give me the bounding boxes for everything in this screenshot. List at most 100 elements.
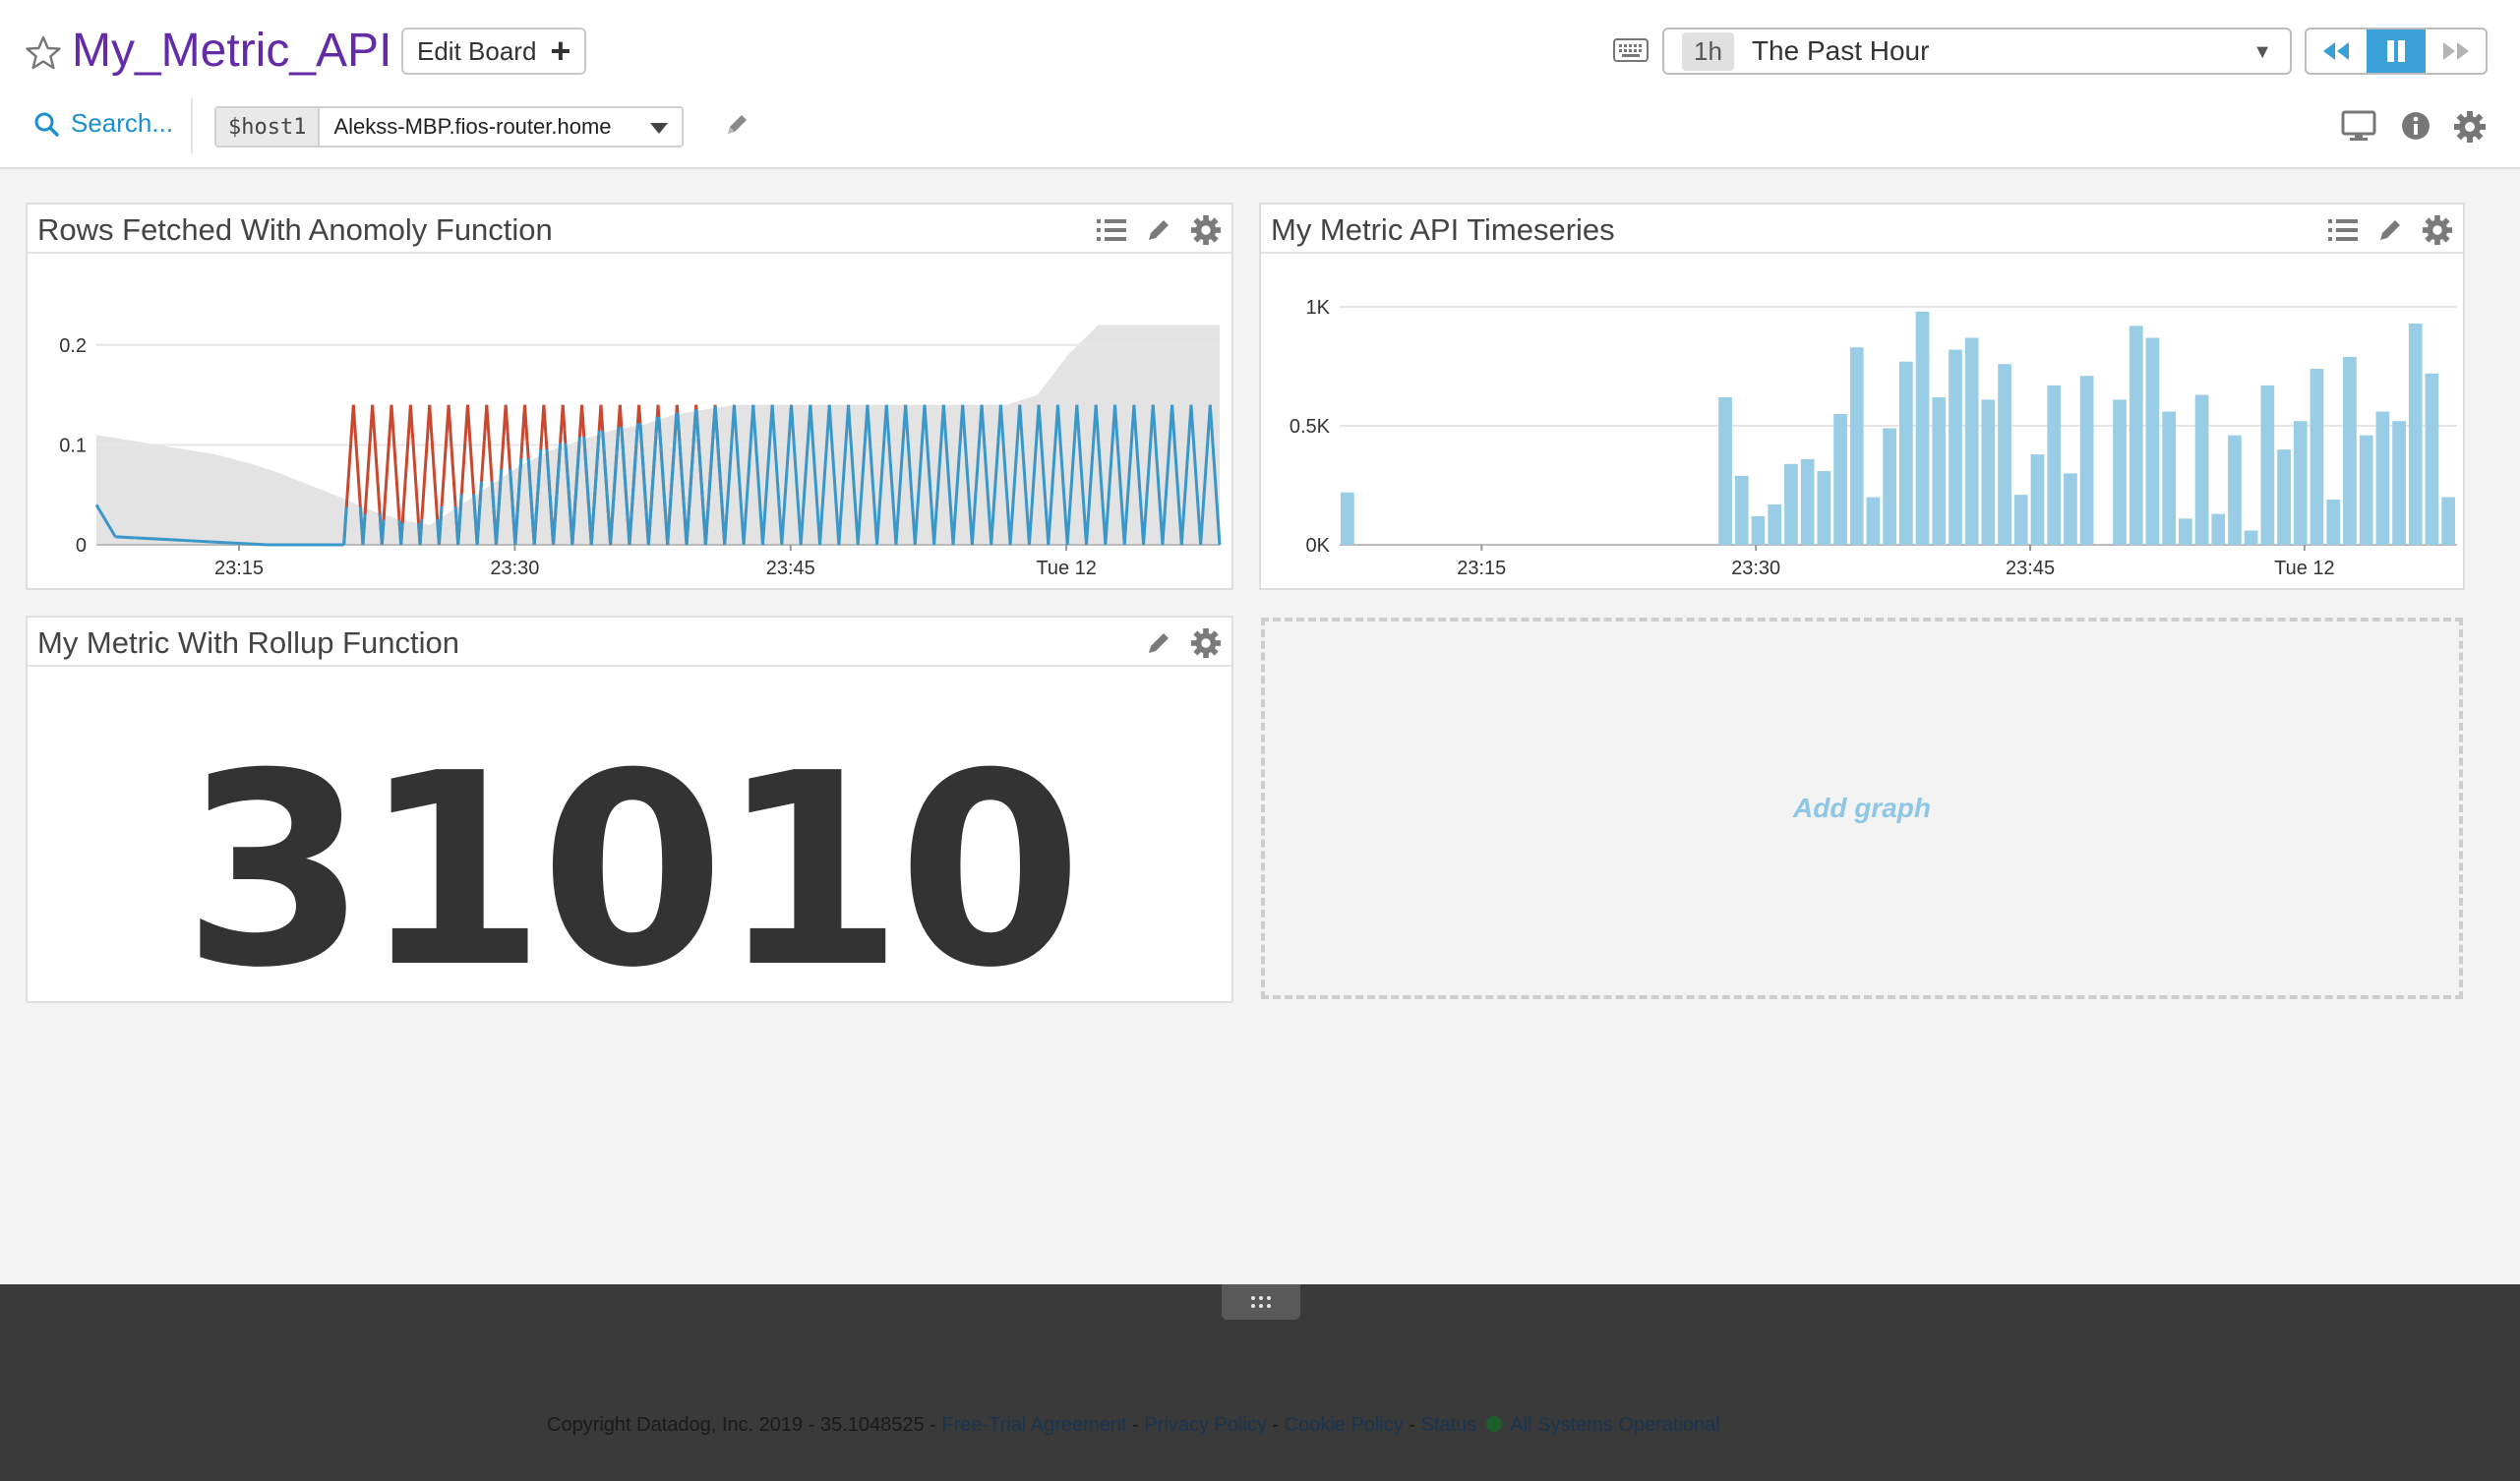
free-trial-link[interactable]: Free-Trial Agreement <box>941 1414 1126 1436</box>
pause-icon <box>2387 40 2405 62</box>
y-tick-label: 0K <box>1306 535 1331 557</box>
bar <box>1768 504 1782 545</box>
query-value-number: 31010 <box>182 716 1082 1026</box>
bar <box>2194 394 2209 545</box>
bar <box>2013 495 2028 545</box>
board-title[interactable]: My_Metric_API <box>72 22 391 81</box>
bar <box>1964 337 1979 545</box>
series-segment <box>172 538 192 543</box>
bar <box>1981 399 1996 545</box>
timeseries-widget: My Metric API Timeseries 0K 0.5K 1K 23:15 23… <box>1259 203 2465 590</box>
bar <box>2047 385 2062 545</box>
series-segment <box>248 542 269 547</box>
series-segment <box>152 537 173 542</box>
pause-button[interactable] <box>2366 30 2427 73</box>
bar <box>2343 356 2357 545</box>
x-tick-label: 23:15 <box>1457 558 1506 579</box>
pencil-icon[interactable] <box>1143 214 1174 246</box>
gear-icon[interactable] <box>1190 627 1222 659</box>
gear-icon[interactable] <box>1190 214 1222 246</box>
add-graph-label: Add graph <box>1793 793 1931 823</box>
bar <box>2129 326 2143 545</box>
dashboard-header: My_Metric_API Edit Board + 1h The Past H… <box>0 0 2520 169</box>
x-tick-label: Tue 12 <box>2274 558 2335 579</box>
edit-board-button[interactable]: Edit Board + <box>401 28 586 75</box>
x-tick-label: 23:30 <box>1731 558 1780 579</box>
bar <box>1833 414 1847 545</box>
search-label: Search... <box>71 108 174 138</box>
status-dot-icon <box>1486 1416 1503 1432</box>
bar <box>2293 421 2308 545</box>
legend-list-icon[interactable] <box>2327 214 2359 246</box>
widget-title: Rows Fetched With Anomoly Function <box>37 212 553 247</box>
x-tick-label: 23:45 <box>766 558 815 579</box>
rewind-icon <box>2323 42 2350 60</box>
series-segment <box>191 539 211 544</box>
bar <box>1915 311 1930 545</box>
status-link[interactable]: Status <box>1421 1414 1477 1436</box>
search-button[interactable]: Search... <box>33 108 173 139</box>
template-variable-value: Alekss-MBP.fios-router.home <box>333 114 612 139</box>
bar <box>1998 364 2011 545</box>
bar <box>1718 397 1732 545</box>
pencil-icon[interactable] <box>1143 627 1174 659</box>
bar <box>1866 497 1881 545</box>
add-graph-placeholder[interactable]: Add graph <box>1261 618 2463 999</box>
widget-header: Rows Fetched With Anomoly Function <box>28 205 1231 254</box>
bar <box>1932 397 1947 545</box>
keyboard-icon[interactable] <box>1613 37 1649 63</box>
gear-icon[interactable] <box>2422 214 2453 246</box>
widget-header: My Metric With Rollup Function <box>28 618 1231 667</box>
bar <box>2113 399 2127 545</box>
fast-forward-button[interactable] <box>2426 30 2486 73</box>
bar <box>2277 449 2291 545</box>
cookie-policy-link[interactable]: Cookie Policy <box>1285 1414 1404 1436</box>
bar <box>1341 492 1354 545</box>
time-range-badge: 1h <box>1682 31 1734 71</box>
bar <box>2244 530 2258 545</box>
series-segment <box>399 522 404 546</box>
favorite-star-icon[interactable] <box>24 33 63 73</box>
rewind-button[interactable] <box>2307 30 2367 73</box>
bar <box>2211 513 2226 545</box>
legend-list-icon[interactable] <box>1096 214 1127 246</box>
caret-down-icon <box>650 123 669 134</box>
template-variable[interactable]: $host1 Alekss-MBP.fios-router.home <box>214 106 685 148</box>
bar <box>2408 324 2423 545</box>
drag-handle-icon[interactable] <box>1222 1284 1300 1320</box>
series-segment <box>361 513 367 546</box>
bar <box>2359 435 2373 545</box>
y-tick-label: 1K <box>1306 297 1331 319</box>
separator: - <box>1266 1414 1285 1436</box>
widget-title: My Metric With Rollup Function <box>37 625 459 660</box>
pencil-icon[interactable] <box>724 112 750 138</box>
monitor-icon[interactable] <box>2341 110 2376 142</box>
time-range-select[interactable]: 1h The Past Hour ▼ <box>1662 28 2292 75</box>
system-status-link[interactable]: All Systems Operational <box>1510 1414 1719 1436</box>
bar <box>1784 463 1798 545</box>
template-variable-select[interactable]: Alekss-MBP.fios-router.home <box>320 108 682 146</box>
gear-icon[interactable] <box>2453 110 2487 144</box>
x-tick-label: 23:45 <box>2006 558 2055 579</box>
bar <box>2179 518 2192 545</box>
pencil-icon[interactable] <box>2374 214 2406 246</box>
bar <box>2310 369 2324 545</box>
y-tick-label: 0.1 <box>59 435 87 456</box>
bar <box>2079 376 2094 545</box>
x-tick-label: 23:30 <box>490 558 539 579</box>
rollup-widget: My Metric With Rollup Function 31010 <box>26 616 1233 1026</box>
playback-controls <box>2305 28 2488 75</box>
bar <box>2441 497 2455 545</box>
bar <box>2326 500 2341 545</box>
series-segment <box>115 535 135 540</box>
info-icon[interactable] <box>2400 110 2431 142</box>
anomaly-chart: 0 0.1 0.2 23:15 23:30 23:45 Tue 12 <box>59 325 1222 579</box>
series-segment <box>134 536 154 541</box>
widget-title: My Metric API Timeseries <box>1271 212 1615 247</box>
search-icon <box>34 112 59 137</box>
bar <box>1849 347 1864 545</box>
bar <box>1751 516 1766 545</box>
bar <box>2375 411 2390 545</box>
bar <box>2030 454 2045 545</box>
privacy-policy-link[interactable]: Privacy Policy <box>1144 1414 1266 1436</box>
